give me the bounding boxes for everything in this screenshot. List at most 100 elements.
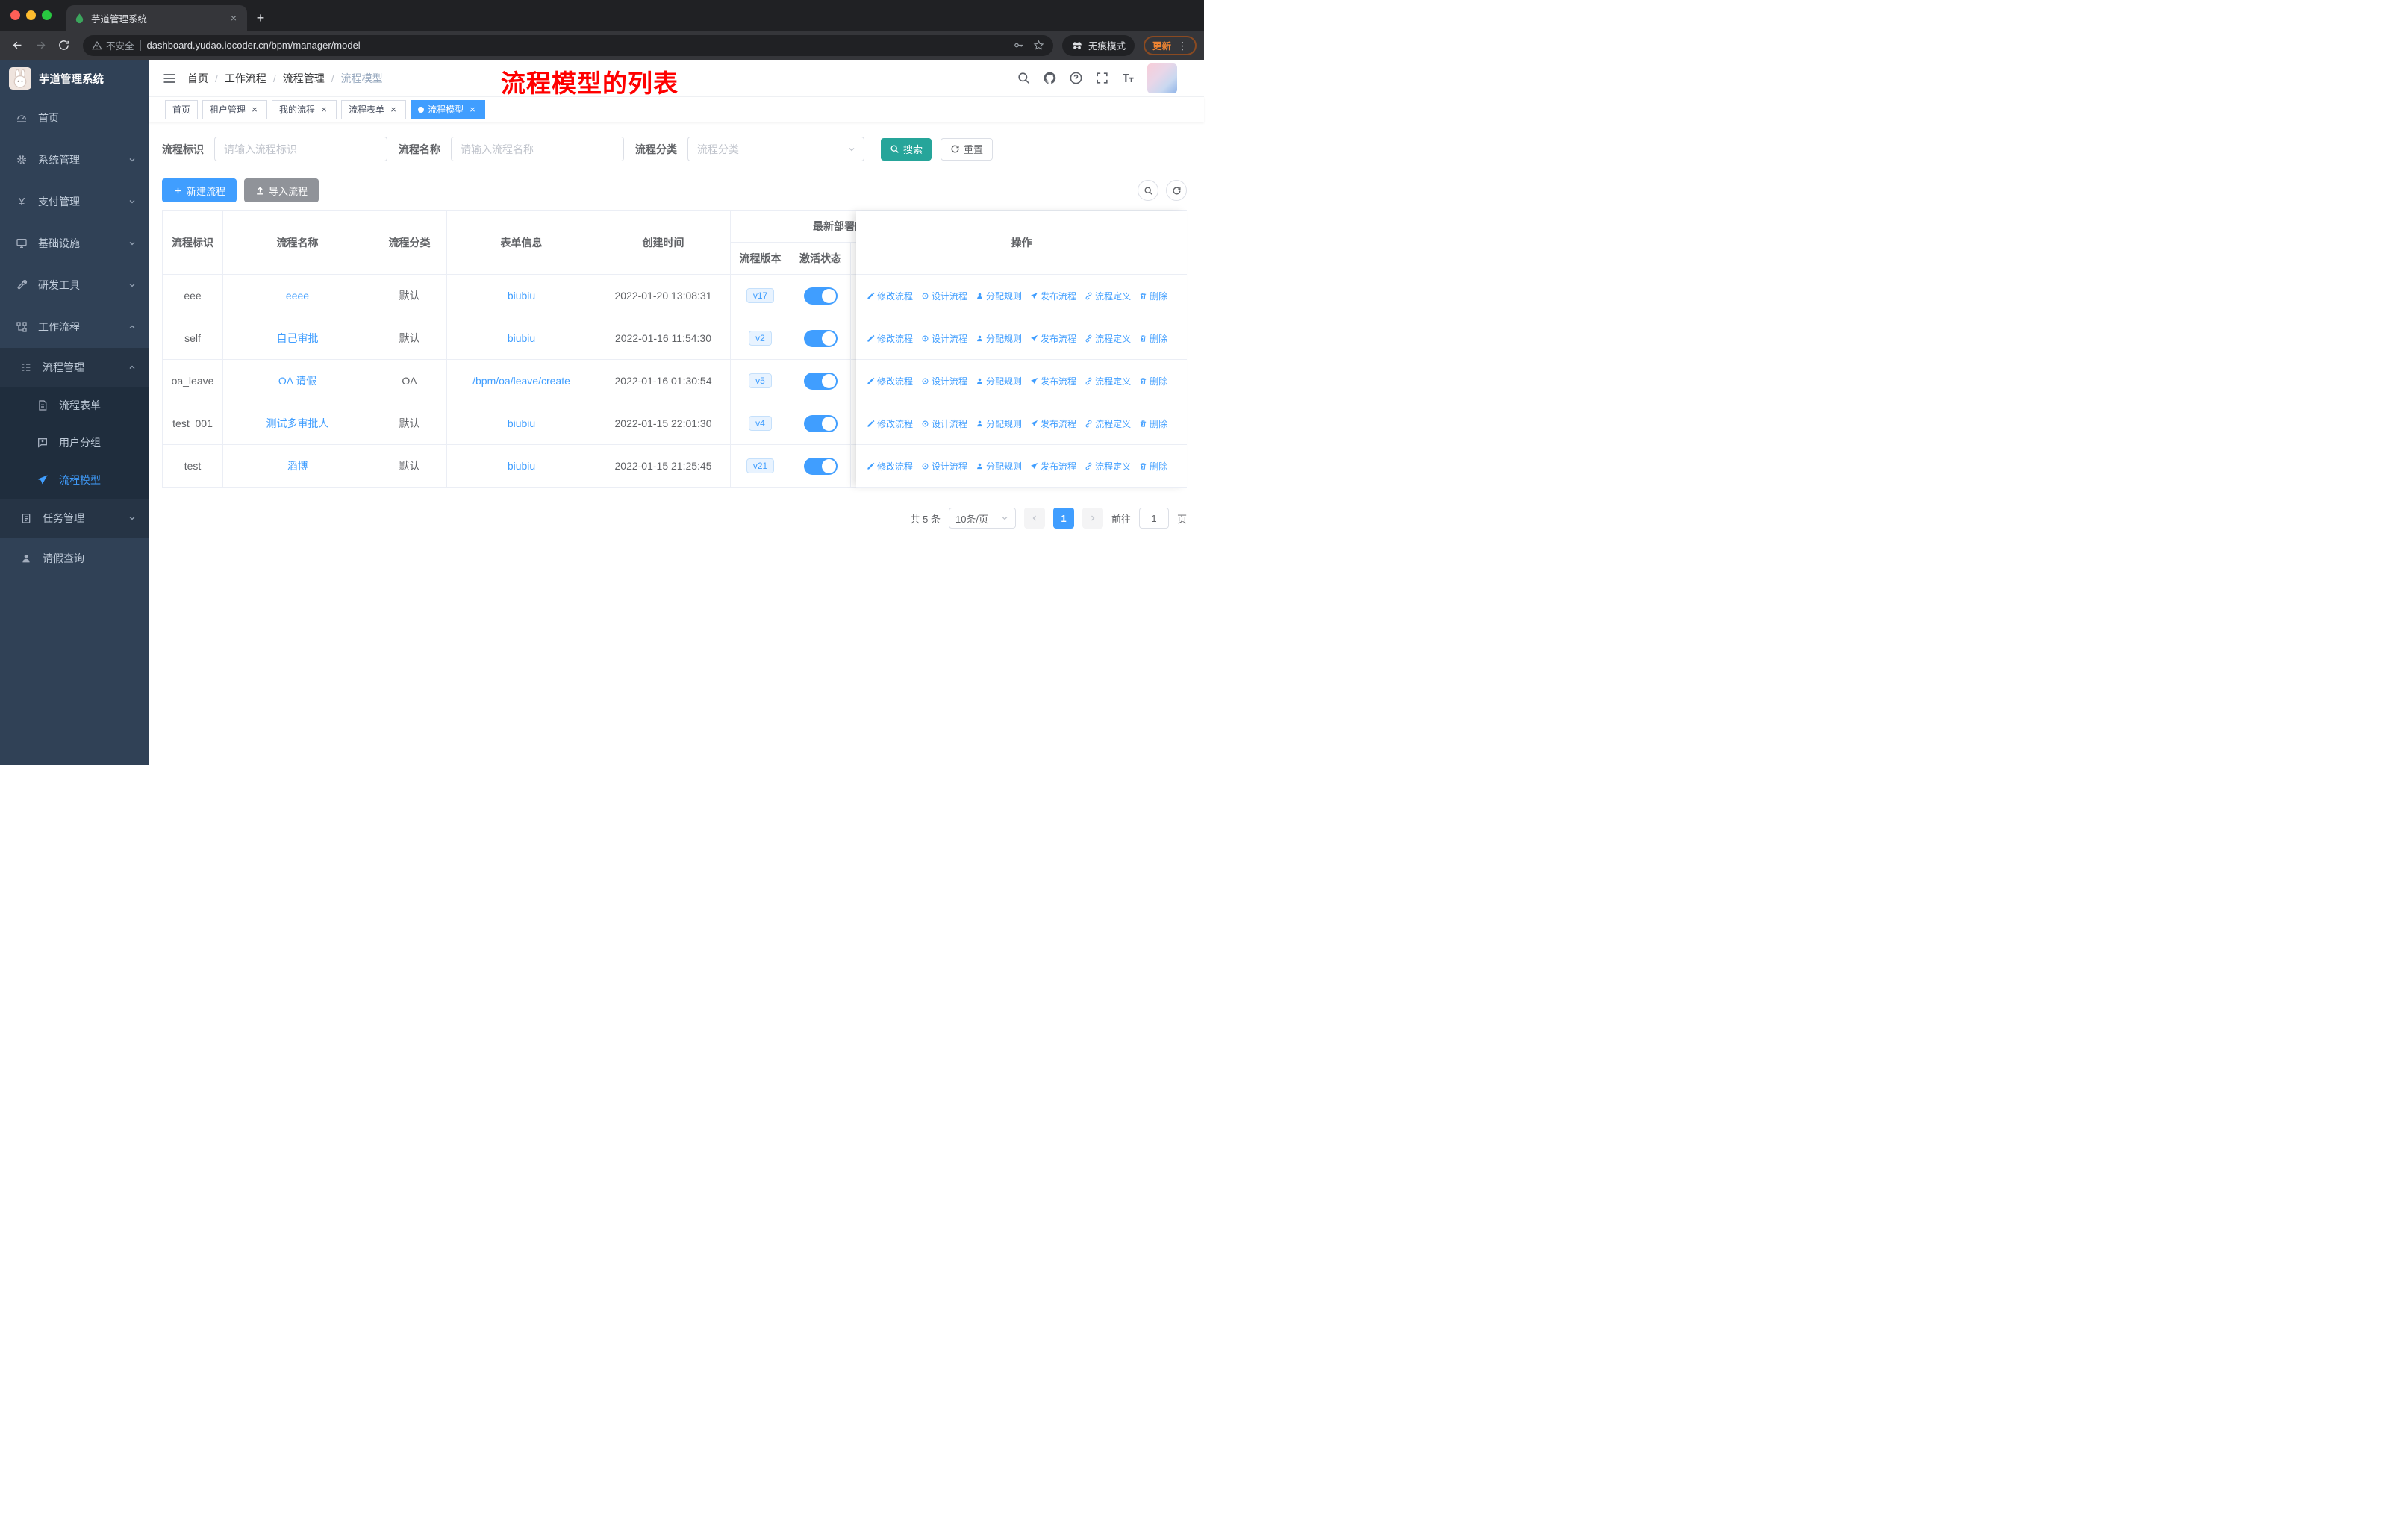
- page-size-select[interactable]: 10条/页: [948, 508, 1016, 529]
- fullscreen-icon[interactable]: [1095, 71, 1109, 85]
- close-icon[interactable]: ×: [249, 104, 260, 115]
- action-publish-link[interactable]: 发布流程: [1030, 375, 1076, 387]
- close-window-button[interactable]: [10, 10, 20, 20]
- sidebar-item-infrastructure[interactable]: 基础设施: [0, 222, 149, 264]
- current-page-button[interactable]: 1: [1052, 508, 1074, 529]
- sidebar-item-leave-query[interactable]: 请假查询: [0, 538, 149, 579]
- browser-update-button[interactable]: 更新 ⋮: [1143, 35, 1197, 55]
- tag-process-model[interactable]: 流程模型 ×: [411, 99, 486, 119]
- import-process-button[interactable]: 导入流程: [244, 178, 319, 202]
- action-definition-link[interactable]: 流程定义: [1085, 375, 1131, 387]
- refresh-table-button[interactable]: [1166, 180, 1187, 201]
- action-assign-rule-link[interactable]: 分配规则: [976, 290, 1022, 302]
- form-info-link[interactable]: biubiu: [508, 290, 535, 302]
- sidebar-item-workflow[interactable]: 工作流程: [0, 306, 149, 348]
- action-design-link[interactable]: 设计流程: [921, 417, 967, 430]
- sidebar-item-process-model[interactable]: 流程模型: [0, 461, 149, 499]
- sidebar-item-system-mgmt[interactable]: 系统管理: [0, 139, 149, 181]
- action-modify-link[interactable]: 修改流程: [867, 332, 913, 345]
- action-assign-rule-link[interactable]: 分配规则: [976, 332, 1022, 345]
- action-definition-link[interactable]: 流程定义: [1085, 417, 1131, 430]
- action-design-link[interactable]: 设计流程: [921, 375, 967, 387]
- action-assign-rule-link[interactable]: 分配规则: [976, 417, 1022, 430]
- forward-icon[interactable]: [31, 35, 51, 55]
- action-design-link[interactable]: 设计流程: [921, 290, 967, 302]
- sidebar-item-process-mgmt[interactable]: 流程管理: [0, 348, 149, 387]
- active-status-toggle[interactable]: [803, 372, 838, 390]
- search-icon[interactable]: [1017, 71, 1031, 85]
- goto-page-input[interactable]: [1138, 508, 1169, 529]
- sidebar-item-process-form[interactable]: 流程表单: [0, 387, 149, 424]
- action-delete-link[interactable]: 删除: [1139, 417, 1167, 430]
- search-button[interactable]: 搜索: [881, 137, 932, 161]
- action-delete-link[interactable]: 删除: [1139, 290, 1167, 302]
- process-name-link[interactable]: 自己审批: [277, 331, 319, 346]
- reset-button[interactable]: 重置: [941, 137, 994, 161]
- sidebar-item-payment-mgmt[interactable]: ¥ 支付管理: [0, 181, 149, 222]
- github-icon[interactable]: [1043, 71, 1057, 85]
- security-chip[interactable]: 不安全: [92, 38, 134, 52]
- breadcrumb-item[interactable]: 首页: [187, 71, 208, 86]
- toggle-search-button[interactable]: [1138, 180, 1158, 201]
- tag-my-process[interactable]: 我的流程 ×: [272, 99, 337, 119]
- action-publish-link[interactable]: 发布流程: [1030, 460, 1076, 473]
- app-logo[interactable]: 芋道管理系统: [0, 60, 149, 97]
- breadcrumb-item[interactable]: 工作流程: [225, 71, 266, 86]
- minimize-window-button[interactable]: [26, 10, 36, 20]
- action-design-link[interactable]: 设计流程: [921, 460, 967, 473]
- action-design-link[interactable]: 设计流程: [921, 332, 967, 345]
- process-id-input[interactable]: [214, 137, 387, 161]
- sidebar-item-task-mgmt[interactable]: 任务管理: [0, 499, 149, 538]
- active-status-toggle[interactable]: [803, 329, 838, 347]
- tag-process-form[interactable]: 流程表单 ×: [341, 99, 407, 119]
- sidebar-collapse-icon[interactable]: [149, 71, 187, 86]
- back-icon[interactable]: [7, 35, 28, 55]
- tag-home[interactable]: 首页: [165, 99, 199, 119]
- font-size-icon[interactable]: [1121, 71, 1135, 85]
- action-definition-link[interactable]: 流程定义: [1085, 290, 1131, 302]
- action-delete-link[interactable]: 删除: [1139, 375, 1167, 387]
- close-icon[interactable]: ×: [467, 104, 478, 115]
- browser-menu-icon[interactable]: ⋮: [1177, 40, 1188, 51]
- close-icon[interactable]: ×: [319, 104, 329, 115]
- help-icon[interactable]: [1069, 71, 1083, 85]
- active-status-toggle[interactable]: [803, 414, 838, 432]
- sidebar-item-dev-tools[interactable]: 研发工具: [0, 264, 149, 306]
- zoom-window-button[interactable]: [42, 10, 52, 20]
- action-definition-link[interactable]: 流程定义: [1085, 460, 1131, 473]
- form-info-link[interactable]: biubiu: [508, 332, 535, 344]
- next-page-button[interactable]: [1082, 508, 1103, 529]
- key-icon[interactable]: [1013, 40, 1024, 51]
- sidebar-item-user-group[interactable]: 用户分组: [0, 424, 149, 461]
- breadcrumb-item[interactable]: 流程管理: [283, 71, 325, 86]
- action-publish-link[interactable]: 发布流程: [1030, 332, 1076, 345]
- bookmark-star-icon[interactable]: [1033, 40, 1044, 51]
- new-tab-icon[interactable]: +: [250, 7, 271, 28]
- close-icon[interactable]: ×: [388, 104, 399, 115]
- address-bar[interactable]: 不安全 dashboard.yudao.iocoder.cn/bpm/manag…: [83, 34, 1053, 56]
- active-status-toggle[interactable]: [803, 457, 838, 475]
- category-select[interactable]: 流程分类: [687, 137, 864, 161]
- tag-tenant-mgmt[interactable]: 租户管理 ×: [202, 99, 268, 119]
- action-assign-rule-link[interactable]: 分配规则: [976, 375, 1022, 387]
- action-definition-link[interactable]: 流程定义: [1085, 332, 1131, 345]
- browser-tab[interactable]: 芋道管理系统 ×: [66, 5, 247, 31]
- action-modify-link[interactable]: 修改流程: [867, 290, 913, 302]
- action-modify-link[interactable]: 修改流程: [867, 417, 913, 430]
- action-modify-link[interactable]: 修改流程: [867, 375, 913, 387]
- form-info-link[interactable]: /bpm/oa/leave/create: [472, 375, 570, 387]
- action-publish-link[interactable]: 发布流程: [1030, 417, 1076, 430]
- reload-icon[interactable]: [54, 35, 74, 55]
- tab-close-icon[interactable]: ×: [228, 12, 240, 24]
- action-delete-link[interactable]: 删除: [1139, 460, 1167, 473]
- process-name-link[interactable]: eeee: [286, 290, 309, 302]
- action-assign-rule-link[interactable]: 分配规则: [976, 460, 1022, 473]
- process-name-input[interactable]: [451, 137, 624, 161]
- prev-page-button[interactable]: [1023, 508, 1045, 529]
- form-info-link[interactable]: biubiu: [508, 460, 535, 472]
- form-info-link[interactable]: biubiu: [508, 417, 535, 429]
- action-modify-link[interactable]: 修改流程: [867, 460, 913, 473]
- create-process-button[interactable]: 新建流程: [162, 178, 237, 202]
- sidebar-item-home[interactable]: 首页: [0, 97, 149, 139]
- action-delete-link[interactable]: 删除: [1139, 332, 1167, 345]
